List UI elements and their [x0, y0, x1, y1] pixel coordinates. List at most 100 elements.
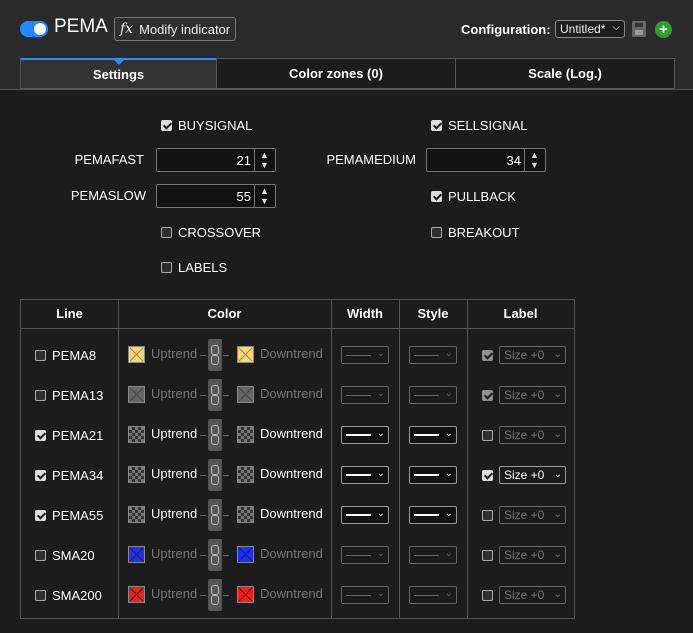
label-size-select[interactable]: Size +0 ⌄ [499, 426, 566, 444]
uptrend-color-swatch[interactable] [128, 346, 145, 363]
style-select[interactable]: ⌄ [409, 546, 457, 564]
width-select[interactable]: ⌄ [341, 386, 389, 404]
pullback-checkbox[interactable] [431, 191, 442, 202]
link-icon[interactable] [208, 419, 222, 451]
crossover-checkbox[interactable] [161, 227, 172, 238]
width-select[interactable]: ⌄ [341, 506, 389, 524]
label-size-select[interactable]: Size +0 ⌄ [499, 466, 566, 484]
downtrend-label: Downtrend [260, 426, 323, 441]
line-sample [414, 474, 439, 476]
downtrend-color-swatch[interactable] [237, 506, 254, 523]
chevron-down-icon: ▼ [260, 160, 269, 170]
pemafast-input[interactable]: 21 ▲ ▼ [156, 148, 276, 172]
uptrend-color-swatch[interactable] [128, 546, 145, 563]
chevron-down-icon: ⌄ [444, 388, 453, 399]
chevron-down-icon: ⌄ [376, 428, 385, 439]
line-sample [414, 434, 439, 436]
link-icon[interactable] [208, 579, 222, 611]
sellsignal-checkbox[interactable] [431, 120, 442, 131]
label-size-select[interactable]: Size +0 ⌄ [499, 586, 566, 604]
label-checkbox[interactable] [482, 350, 493, 361]
link-icon[interactable] [208, 379, 222, 411]
width-select[interactable]: ⌄ [341, 586, 389, 604]
downtrend-color-swatch[interactable] [237, 386, 254, 403]
pemaslow-input[interactable]: 55 ▲ ▼ [156, 184, 276, 208]
link-line [223, 435, 229, 436]
link-line [223, 515, 229, 516]
add-icon[interactable]: + [655, 21, 672, 38]
configuration-select[interactable]: Untitled* ⌵ [555, 20, 625, 38]
line-visible-checkbox[interactable] [35, 390, 46, 401]
link-icon[interactable] [208, 539, 222, 571]
downtrend-color-swatch[interactable] [237, 466, 254, 483]
label-size-select[interactable]: Size +0 ⌄ [499, 546, 566, 564]
uptrend-label: Uptrend [151, 386, 198, 401]
pemamedium-stepper[interactable]: ▲ ▼ [524, 149, 545, 171]
label-checkbox[interactable] [482, 430, 493, 441]
tab-color-zones[interactable]: Color zones (0) [216, 58, 456, 89]
style-select[interactable]: ⌄ [409, 466, 457, 484]
downtrend-color-swatch[interactable] [237, 546, 254, 563]
uptrend-label: Uptrend [151, 426, 198, 441]
label-size-select[interactable]: Size +0 ⌄ [499, 346, 566, 364]
pemaslow-label: PEMASLOW [70, 188, 146, 203]
chevron-down-icon: ⌄ [553, 389, 562, 400]
label-checkbox[interactable] [482, 390, 493, 401]
line-visible-checkbox[interactable] [35, 430, 46, 441]
line-visible-checkbox[interactable] [35, 510, 46, 521]
style-select[interactable]: ⌄ [409, 386, 457, 404]
width-select[interactable]: ⌄ [341, 546, 389, 564]
downtrend-color-swatch[interactable] [237, 346, 254, 363]
uptrend-color-swatch[interactable] [128, 466, 145, 483]
labels-checkbox[interactable] [161, 262, 172, 273]
line-name: PEMA13 [52, 388, 104, 403]
chevron-down-icon: ⌄ [376, 348, 385, 359]
uptrend-color-swatch[interactable] [128, 506, 145, 523]
save-icon[interactable] [632, 21, 646, 37]
link-line [223, 395, 229, 396]
indicator-toggle[interactable] [20, 21, 48, 37]
pemamedium-label: PEMAMEDIUM [326, 152, 416, 167]
link-icon[interactable] [208, 339, 222, 371]
chevron-down-icon: ⌄ [444, 428, 453, 439]
uptrend-color-swatch[interactable] [128, 426, 145, 443]
label-checkbox[interactable] [482, 510, 493, 521]
line-visible-checkbox[interactable] [35, 550, 46, 561]
breakout-checkbox[interactable] [431, 227, 442, 238]
downtrend-color-swatch[interactable] [237, 426, 254, 443]
line-visible-checkbox[interactable] [35, 470, 46, 481]
link-icon[interactable] [208, 499, 222, 531]
line-visible-checkbox[interactable] [35, 350, 46, 361]
line-visible-checkbox[interactable] [35, 590, 46, 601]
style-select[interactable]: ⌄ [409, 586, 457, 604]
label-checkbox[interactable] [482, 470, 493, 481]
uptrend-color-swatch[interactable] [128, 386, 145, 403]
pemafast-stepper[interactable]: ▲ ▼ [254, 149, 275, 171]
uptrend-color-swatch[interactable] [128, 586, 145, 603]
link-icon[interactable] [208, 459, 222, 491]
tab-scale[interactable]: Scale (Log.) [455, 58, 675, 89]
tab-settings[interactable]: Settings [20, 58, 217, 89]
label-size-select[interactable]: Size +0 ⌄ [499, 506, 566, 524]
buysignal-checkbox[interactable] [161, 120, 172, 131]
width-select[interactable]: ⌄ [341, 346, 389, 364]
link-line [223, 595, 229, 596]
configuration-label: Configuration: [461, 22, 551, 37]
header-label: Label [467, 299, 575, 329]
label-checkbox[interactable] [482, 550, 493, 561]
pemaslow-stepper[interactable]: ▲ ▼ [254, 185, 275, 207]
pemamedium-input[interactable]: 34 ▲ ▼ [426, 148, 546, 172]
chevron-down-icon: ⌄ [444, 348, 453, 359]
line-sample [414, 555, 439, 556]
modify-indicator-button[interactable]: fx Modify indicator [114, 17, 236, 41]
line-sample [414, 395, 439, 396]
width-select[interactable]: ⌄ [341, 466, 389, 484]
label-size-select[interactable]: Size +0 ⌄ [499, 386, 566, 404]
style-select[interactable]: ⌄ [409, 506, 457, 524]
downtrend-color-swatch[interactable] [237, 586, 254, 603]
label-checkbox[interactable] [482, 590, 493, 601]
style-select[interactable]: ⌄ [409, 346, 457, 364]
line-sample [414, 355, 439, 356]
style-select[interactable]: ⌄ [409, 426, 457, 444]
width-select[interactable]: ⌄ [341, 426, 389, 444]
